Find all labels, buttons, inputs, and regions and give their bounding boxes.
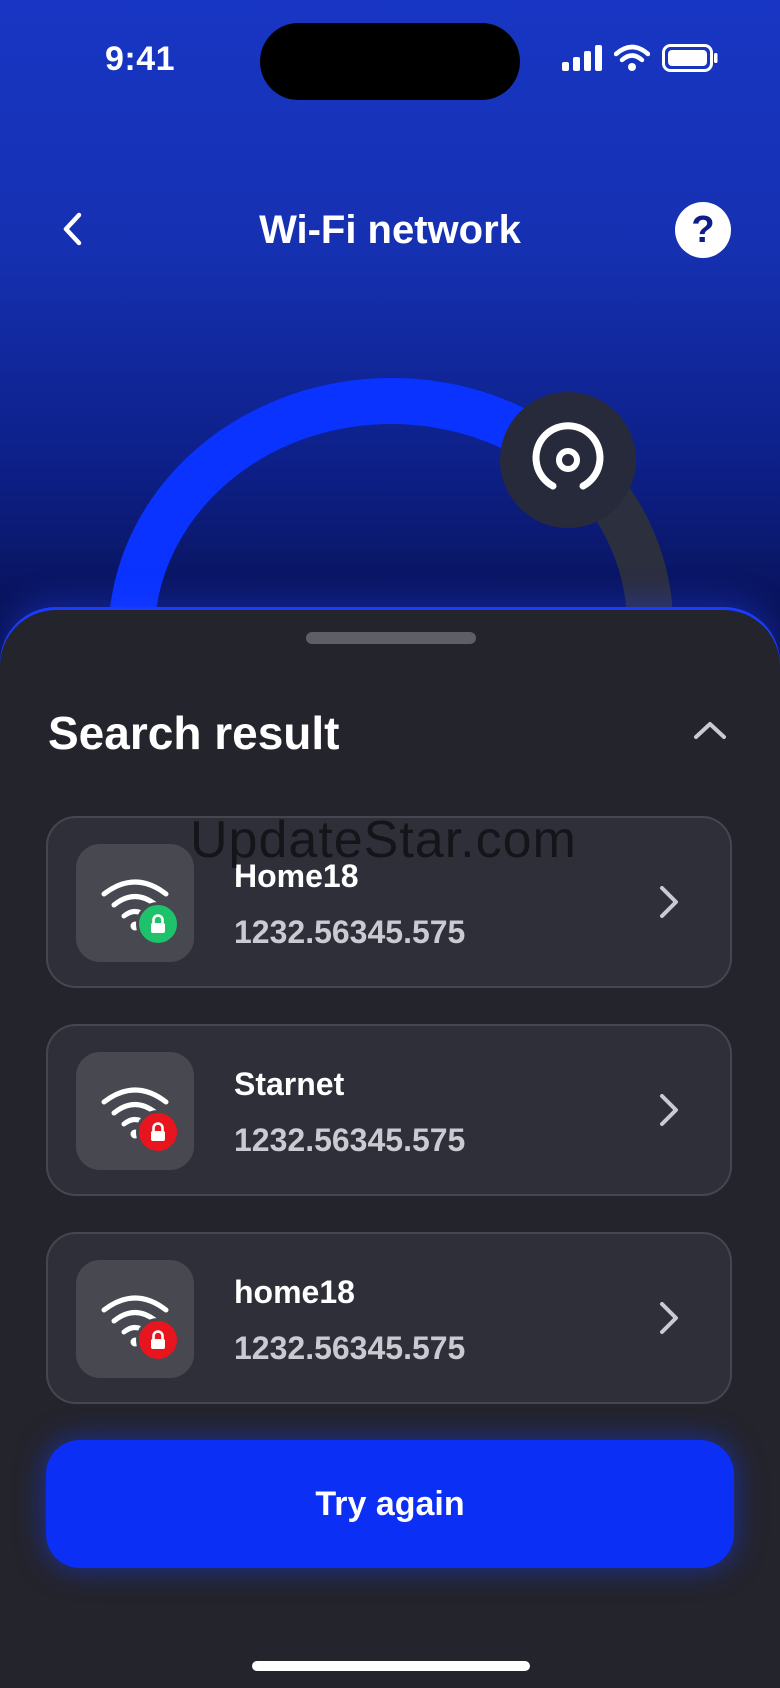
search-result-sheet: Search result Home18 1232.56345.575 Star… [0,610,780,1688]
wifi-status-icon [614,44,650,71]
network-item[interactable]: Starnet 1232.56345.575 [46,1024,732,1196]
header: Wi-Fi network ? [0,190,780,280]
chevron-right-icon [660,1094,678,1126]
network-address: 1232.56345.575 [234,1330,466,1366]
network-name: home18 [234,1274,355,1310]
lock-icon [151,1122,165,1141]
cellular-signal-icon [562,45,602,71]
network-address: 1232.56345.575 [234,914,466,950]
chevron-right-icon [660,886,678,918]
chevron-right-icon [660,1302,678,1334]
watermark: UpdateStar.com [190,811,577,869]
battery-icon [662,44,718,72]
network-item[interactable]: home18 1232.56345.575 [46,1232,732,1404]
status-bar: 9:41 [0,0,780,120]
chevron-up-icon [694,722,726,739]
radar-icon [500,392,636,528]
network-name: Starnet [234,1066,345,1102]
sheet-title: Search result [48,707,340,759]
lock-icon [151,1330,165,1349]
network-address: 1232.56345.575 [234,1122,466,1158]
status-time: 9:41 [105,40,176,78]
lock-badge [136,1110,180,1154]
home-indicator[interactable] [252,1661,530,1671]
page-title: Wi-Fi network [259,208,521,252]
try-again-button[interactable]: Try again [46,1440,734,1568]
network-icon-box [76,1052,194,1170]
lock-icon [151,914,165,933]
help-icon: ? [691,208,715,251]
network-list: Home18 1232.56345.575 Starnet 1232.56345… [46,816,734,1440]
lock-badge [136,1318,180,1362]
collapse-button[interactable] [690,710,730,750]
drag-handle[interactable] [306,632,476,644]
lock-badge [136,902,180,946]
network-icon-box [76,1260,194,1378]
scan-gauge [109,377,673,622]
status-icons [562,44,718,72]
dynamic-island [260,23,520,100]
help-button[interactable]: ? [675,202,731,258]
network-icon-box [76,844,194,962]
